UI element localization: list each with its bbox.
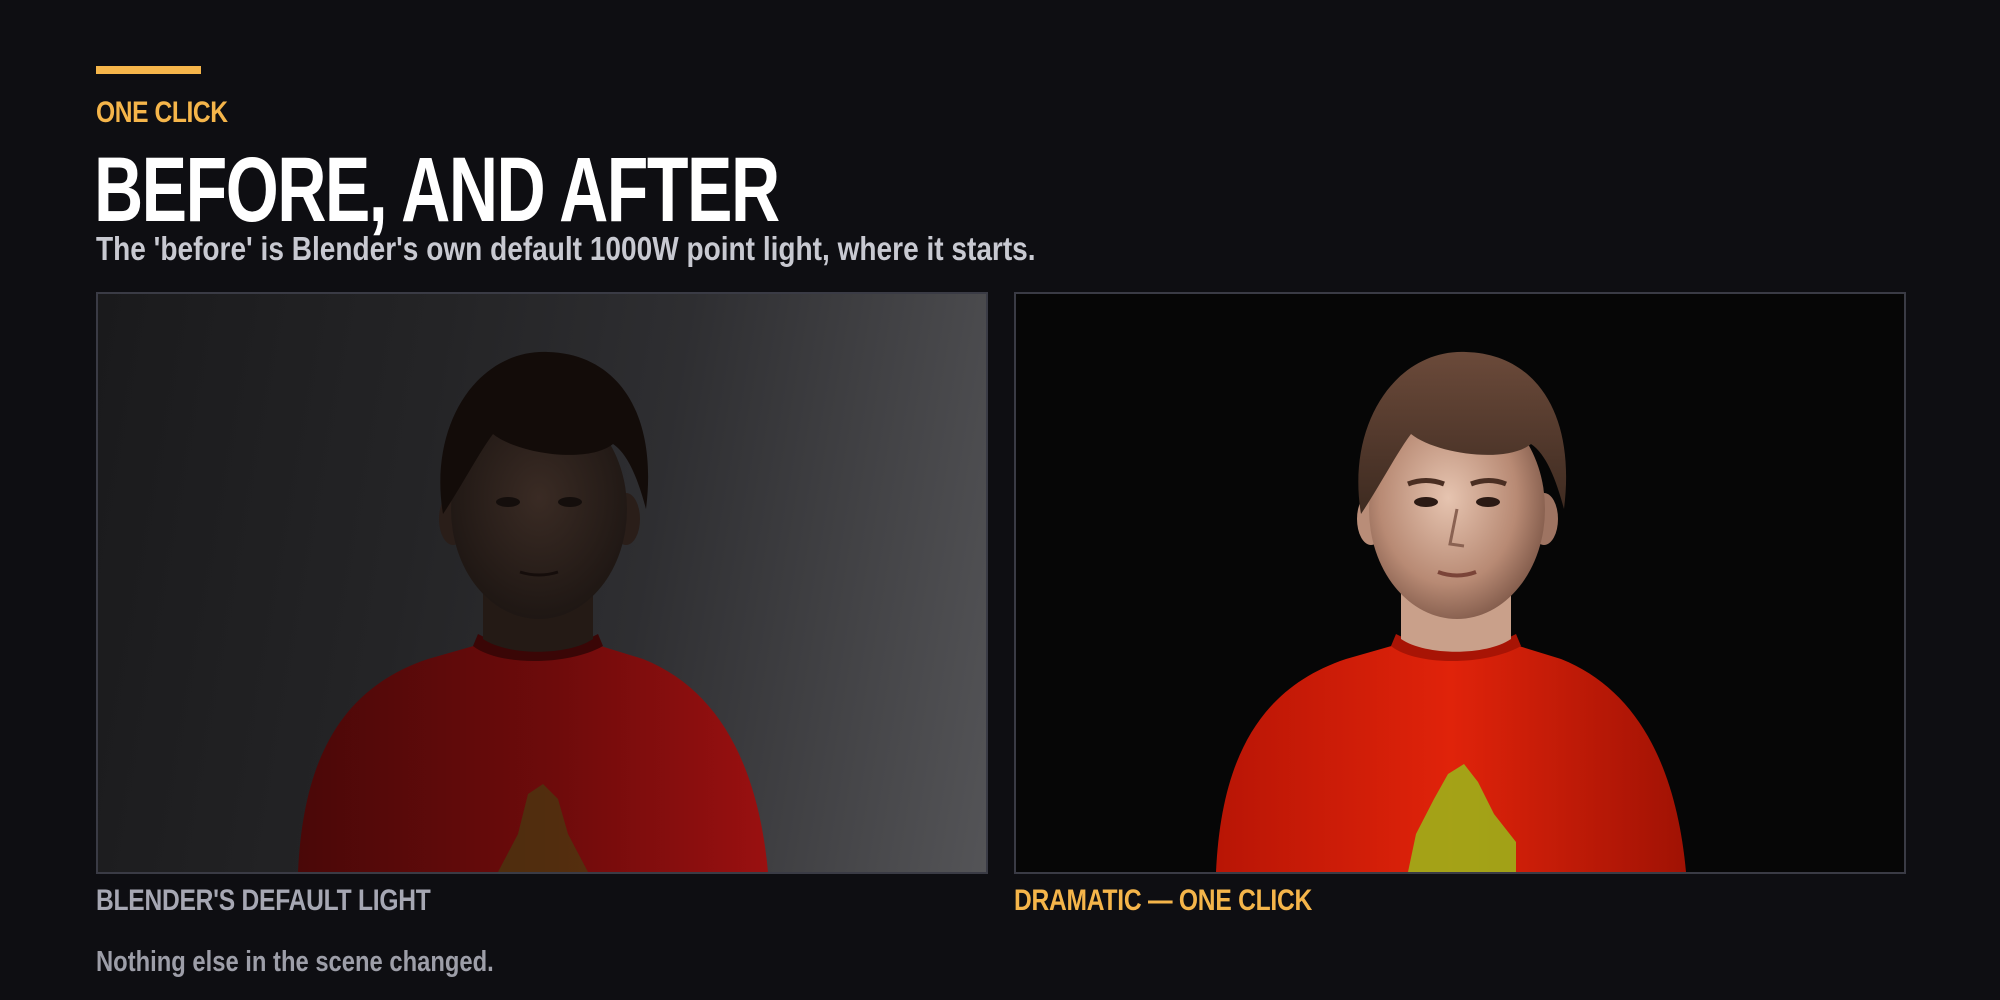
page-subtitle: The 'before' is Blender's own default 10…	[96, 230, 1036, 267]
accent-bar	[96, 66, 201, 74]
page-title: BEFORE, AND AFTER	[94, 139, 780, 241]
after-caption: DRAMATIC — ONE CLICK	[1014, 884, 1313, 917]
before-render-image	[96, 292, 988, 874]
before-render-illustration	[298, 351, 768, 872]
eyebrow-label: ONE CLICK	[96, 96, 228, 129]
after-render-illustration	[1216, 351, 1686, 872]
footnote: Nothing else in the scene changed.	[96, 946, 494, 978]
after-render-image	[1014, 292, 1906, 874]
before-caption: BLENDER'S DEFAULT LIGHT	[96, 884, 431, 917]
